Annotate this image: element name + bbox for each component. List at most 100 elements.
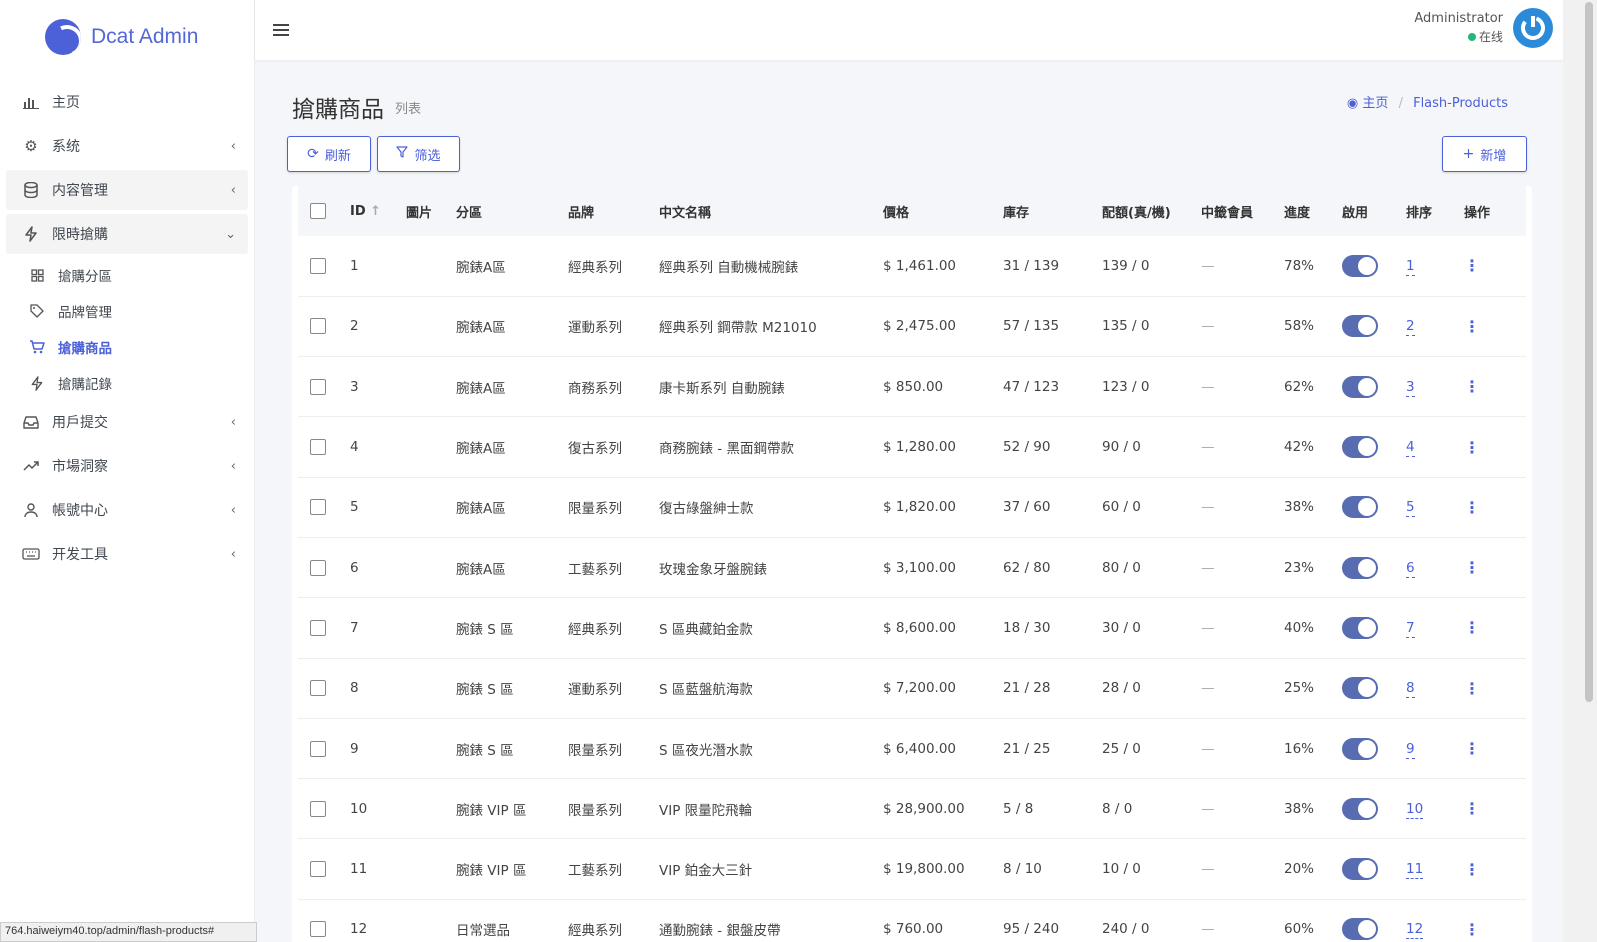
cell-stock: 57 / 135 — [1003, 296, 1102, 358]
sidebar-item-flash-sale[interactable]: 限時搶購 ⌄ — [6, 214, 248, 254]
row-checkbox[interactable] — [310, 740, 326, 757]
cell-progress: 62% — [1284, 356, 1342, 418]
sort-editable[interactable]: 7 — [1406, 619, 1415, 638]
row-checkbox[interactable] — [310, 378, 326, 395]
refresh-button-label: 刷新 — [324, 148, 351, 164]
row-checkbox[interactable] — [310, 499, 326, 516]
chevron-left-icon: ‹ — [230, 138, 236, 154]
sort-editable[interactable]: 10 — [1406, 800, 1424, 819]
enabled-switch[interactable] — [1342, 375, 1378, 398]
breadcrumb-home[interactable]: 主页 — [1362, 96, 1388, 111]
row-checkbox[interactable] — [310, 439, 326, 456]
more-actions-icon[interactable]: ⋮ — [1464, 739, 1480, 758]
chevron-left-icon: ‹ — [230, 458, 236, 474]
chevron-left-icon: ‹ — [230, 546, 236, 562]
sort-editable[interactable]: 6 — [1406, 559, 1415, 578]
keyboard-icon — [20, 548, 42, 560]
cell-actions: ⋮ — [1464, 477, 1526, 538]
row-checkbox[interactable] — [310, 921, 326, 938]
row-checkbox[interactable] — [310, 318, 326, 335]
more-actions-icon[interactable]: ⋮ — [1464, 799, 1480, 818]
column-header-id[interactable]: ID ↑ — [350, 186, 406, 236]
cell-enabled — [1342, 236, 1406, 297]
more-actions-icon[interactable]: ⋮ — [1464, 377, 1480, 396]
more-actions-icon[interactable]: ⋮ — [1464, 860, 1480, 879]
sort-editable[interactable]: 12 — [1406, 921, 1424, 940]
user-menu[interactable]: Administrator 在线 — [1414, 8, 1553, 48]
more-actions-icon[interactable]: ⋮ — [1464, 618, 1480, 637]
cell-brand: 運動系列 — [568, 296, 659, 358]
more-actions-icon[interactable]: ⋮ — [1464, 679, 1480, 698]
avatar[interactable] — [1513, 8, 1553, 48]
add-button[interactable]: + 新增 — [1442, 136, 1527, 172]
enabled-switch[interactable] — [1342, 737, 1378, 760]
more-actions-icon[interactable]: ⋮ — [1464, 317, 1480, 336]
sidebar-item-label: 主页 — [52, 95, 80, 111]
sidebar-item-system[interactable]: ⚙ 系统 ‹ — [6, 126, 248, 166]
sort-editable[interactable]: 2 — [1406, 318, 1415, 337]
more-actions-icon[interactable]: ⋮ — [1464, 256, 1480, 275]
more-actions-icon[interactable]: ⋮ — [1464, 558, 1480, 577]
scrollbar-thumb[interactable] — [1585, 2, 1593, 702]
sidebar-item-devtools[interactable]: 开发工具 ‹ — [6, 534, 248, 574]
enabled-switch[interactable] — [1342, 496, 1378, 519]
row-checkbox[interactable] — [310, 559, 326, 576]
select-all-checkbox[interactable] — [310, 203, 326, 219]
sidebar-subitem-products[interactable]: 搶購商品 — [6, 330, 248, 364]
row-checkbox[interactable] — [310, 800, 326, 817]
sort-arrow-icon[interactable]: ↑ — [370, 204, 381, 219]
sidebar-subitem-brands[interactable]: 品牌管理 — [6, 294, 248, 328]
column-header-zone: 分區 — [456, 186, 568, 236]
sort-editable[interactable]: 11 — [1406, 861, 1424, 880]
sidebar-item-account[interactable]: 帳號中心 ‹ — [6, 490, 248, 530]
cell-name: 康卡斯系列 自動腕錶 — [659, 356, 883, 418]
more-actions-icon[interactable]: ⋮ — [1464, 438, 1480, 457]
cell-progress: 20% — [1284, 838, 1342, 900]
sidebar-item-home[interactable]: 主页 — [6, 82, 248, 122]
row-checkbox[interactable] — [310, 861, 326, 878]
filter-button[interactable]: 筛选 — [377, 136, 460, 172]
enabled-switch[interactable] — [1342, 254, 1378, 277]
cell-sort: 9 — [1406, 718, 1464, 780]
refresh-button[interactable]: ⟳ 刷新 — [287, 136, 371, 172]
cell-price: $ 2,475.00 — [883, 296, 1003, 358]
more-actions-icon[interactable]: ⋮ — [1464, 920, 1480, 939]
cell-winner: — — [1201, 597, 1284, 659]
sort-editable[interactable]: 1 — [1406, 257, 1415, 276]
enabled-switch[interactable] — [1342, 616, 1378, 639]
sort-editable[interactable]: 4 — [1406, 439, 1415, 458]
trend-icon — [20, 460, 42, 472]
cell-image — [406, 778, 456, 840]
enabled-switch[interactable] — [1342, 315, 1378, 338]
enabled-switch[interactable] — [1342, 858, 1378, 881]
tag-icon — [26, 304, 48, 318]
sidebar-item-user-submit[interactable]: 用戶提交 ‹ — [6, 402, 248, 442]
sidebar-item-market[interactable]: 市場洞察 ‹ — [6, 446, 248, 486]
sidebar-subitem-records[interactable]: 搶購記錄 — [6, 366, 248, 400]
more-actions-icon[interactable]: ⋮ — [1464, 498, 1480, 517]
cell-image — [406, 477, 456, 538]
row-checkbox[interactable] — [310, 257, 326, 274]
enabled-switch[interactable] — [1342, 918, 1378, 941]
page-scrollbar[interactable] — [1563, 0, 1597, 942]
user-name: Administrator — [1414, 11, 1503, 26]
sort-editable[interactable]: 3 — [1406, 378, 1415, 397]
cell-brand: 工藝系列 — [568, 838, 659, 900]
sort-editable[interactable]: 9 — [1406, 740, 1415, 759]
sidebar-subitem-zones[interactable]: 搶購分區 — [6, 258, 248, 292]
row-checkbox[interactable] — [310, 680, 326, 697]
sidebar-item-content[interactable]: 内容管理 ‹ — [6, 170, 248, 210]
sort-editable[interactable]: 5 — [1406, 499, 1415, 518]
enabled-switch[interactable] — [1342, 797, 1378, 820]
cell-brand: 經典系列 — [568, 236, 659, 297]
enabled-switch[interactable] — [1342, 436, 1378, 459]
enabled-switch[interactable] — [1342, 677, 1378, 700]
cell-id: 6 — [350, 537, 406, 599]
row-checkbox[interactable] — [310, 619, 326, 636]
menu-toggle-icon[interactable] — [273, 18, 289, 42]
cell-id: 5 — [350, 477, 406, 538]
brand[interactable]: Dcat Admin — [0, 0, 254, 74]
enabled-switch[interactable] — [1342, 556, 1378, 579]
cell-stock: 31 / 139 — [1003, 236, 1102, 297]
sort-editable[interactable]: 8 — [1406, 680, 1415, 699]
